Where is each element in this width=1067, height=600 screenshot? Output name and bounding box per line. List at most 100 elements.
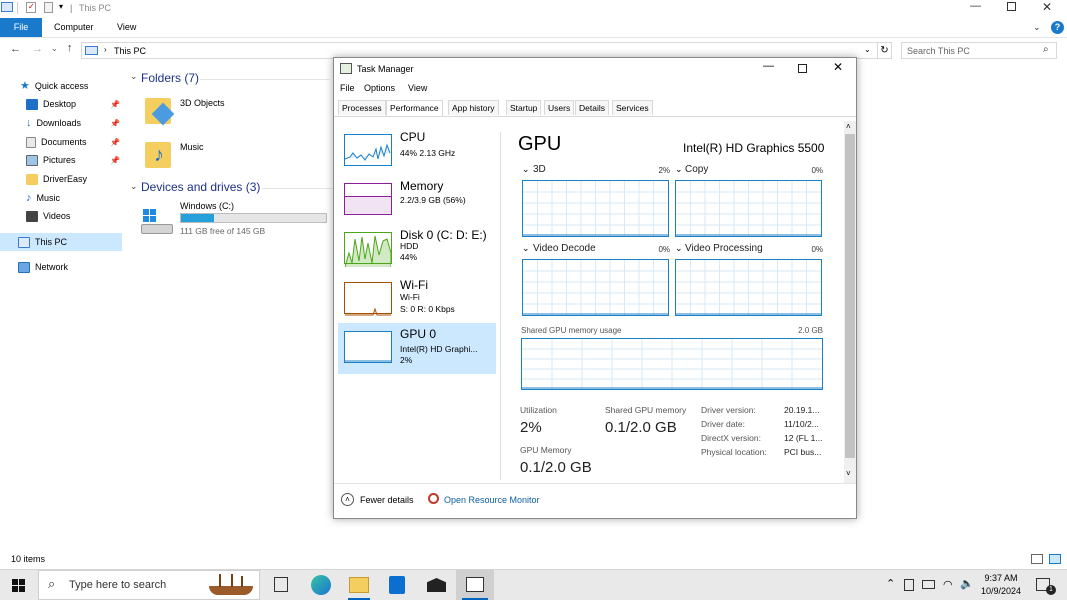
nav-item-videos[interactable]: Videos — [26, 207, 70, 225]
nav-item-pictures[interactable]: Pictures — [26, 151, 76, 169]
tab-services[interactable]: Services — [612, 100, 653, 115]
scroll-down-icon[interactable]: ˅ — [846, 469, 851, 478]
engine-video-processing-label[interactable]: Video Processing — [685, 243, 763, 254]
tab-view[interactable]: View — [108, 18, 145, 37]
perf-item-disk[interactable]: Disk 0 (C: D: E:) HDD 44% — [338, 224, 496, 272]
engine-dropdown-icon[interactable]: ⌄ — [522, 243, 530, 254]
file-explorer-icon[interactable] — [349, 577, 369, 593]
nav-this-pc[interactable]: This PC — [18, 233, 67, 251]
perf-item-gpu[interactable]: GPU 0 Intel(R) HD Graphi... 2% — [338, 323, 496, 374]
nav-item-music[interactable]: ♪ Music — [26, 189, 60, 207]
drive-label[interactable]: Windows (C:) — [180, 201, 234, 211]
engine-3d-pct: 2% — [658, 166, 670, 175]
tm-minimize-button[interactable]: — — [763, 60, 774, 72]
graph-video-decode — [522, 259, 669, 316]
tm-menu-view[interactable]: View — [408, 83, 427, 93]
refresh-button[interactable]: ↻ — [877, 42, 892, 59]
nav-item-downloads[interactable]: ↓ Downloads — [26, 114, 81, 132]
nav-item-desktop[interactable]: Desktop — [26, 95, 76, 113]
task-manager-taskbar-button[interactable] — [456, 570, 494, 600]
scroll-up-icon[interactable]: ˄ — [846, 122, 851, 131]
taskbar-search-box[interactable]: ⌕ Type here to search — [38, 570, 260, 600]
address-dropdown-icon[interactable]: ⌄ — [864, 45, 871, 54]
collapse-folders-icon[interactable]: ⌄ — [130, 71, 138, 82]
back-arrow-icon[interactable]: ← — [10, 43, 21, 55]
open-resource-monitor-link[interactable]: Open Resource Monitor — [444, 495, 540, 505]
up-arrow-icon[interactable]: ↑ — [67, 42, 73, 54]
recent-locations-icon[interactable]: ⌄ — [51, 44, 58, 53]
close-button[interactable]: ✕ — [1042, 0, 1052, 14]
maximize-button[interactable] — [1007, 2, 1016, 11]
task-view-icon[interactable] — [274, 577, 288, 592]
folder-label[interactable]: Music — [180, 142, 204, 152]
expand-ribbon-icon[interactable]: ⌄ — [1033, 22, 1041, 33]
store-icon[interactable] — [389, 576, 405, 594]
tab-app-history[interactable]: App history — [448, 100, 499, 115]
minimize-button[interactable]: — — [970, 0, 981, 12]
tm-close-button[interactable]: ✕ — [833, 60, 843, 74]
title-separator: | — [70, 3, 73, 13]
engine-video-decode-label[interactable]: Video Decode — [533, 243, 596, 254]
help-icon[interactable]: ? — [1051, 21, 1064, 34]
search-highlight-image[interactable] — [205, 572, 257, 599]
perf-item-wifi[interactable]: Wi-Fi Wi-Fi S: 0 R: 0 Kbps — [338, 274, 496, 322]
engine-copy-label[interactable]: Copy — [685, 164, 708, 175]
search-input[interactable]: Search This PC ⌕ — [901, 42, 1057, 59]
tab-details[interactable]: Details — [575, 100, 609, 115]
collapse-devices-icon[interactable]: ⌄ — [130, 181, 138, 192]
nav-item-documents[interactable]: Documents — [26, 133, 87, 151]
engine-dropdown-icon[interactable]: ⌄ — [522, 164, 530, 175]
battery-icon[interactable] — [922, 580, 935, 589]
clock-date[interactable]: 10/9/2024 — [978, 586, 1024, 596]
clock-time[interactable]: 9:37 AM — [978, 573, 1024, 583]
tab-performance[interactable]: Performance — [386, 100, 443, 116]
edge-icon[interactable] — [311, 575, 331, 595]
details-view-icon[interactable] — [1031, 554, 1043, 564]
scrollbar-thumb[interactable] — [845, 134, 855, 458]
chevron-up-icon[interactable]: ˄ — [341, 493, 354, 506]
folder-music-icon[interactable]: ♪ — [145, 138, 173, 172]
perf-item-sub2: 2% — [400, 355, 413, 365]
drive-icon[interactable] — [141, 207, 173, 237]
windows-start-icon[interactable] — [12, 579, 25, 592]
mail-icon[interactable] — [427, 578, 446, 592]
perf-item-cpu[interactable]: CPU 44% 2.13 GHz — [338, 126, 496, 174]
folder-label[interactable]: 3D Objects — [180, 98, 225, 108]
forward-arrow-icon[interactable]: → — [32, 43, 43, 55]
properties-icon[interactable]: ✓ — [26, 2, 36, 13]
physical-location-value: PCI bus... — [784, 447, 822, 457]
tab-processes[interactable]: Processes — [338, 100, 386, 115]
new-folder-icon[interactable] — [44, 2, 53, 13]
breadcrumb-chevron-icon[interactable]: › — [104, 45, 107, 54]
tab-computer[interactable]: Computer — [45, 18, 103, 37]
folders-header[interactable]: Folders (7) — [141, 71, 199, 85]
tab-startup[interactable]: Startup — [506, 100, 542, 115]
tm-menu-options[interactable]: Options — [364, 83, 395, 93]
tm-maximize-button[interactable] — [798, 64, 807, 73]
divider — [334, 483, 856, 484]
perf-item-memory[interactable]: Memory 2.2/3.9 GB (56%) — [338, 175, 496, 223]
fewer-details-link[interactable]: Fewer details — [360, 495, 414, 505]
quick-access-dropdown-icon[interactable]: ▾ — [59, 2, 63, 11]
search-icon[interactable]: ⌕ — [1043, 44, 1049, 55]
show-hidden-icons-icon[interactable]: ⌃ — [886, 577, 895, 590]
breadcrumb[interactable]: This PC — [114, 46, 146, 56]
nav-quick-access[interactable]: ★ Quick access — [20, 77, 88, 95]
nav-network[interactable]: Network — [18, 258, 68, 276]
devices-header[interactable]: Devices and drives (3) — [141, 180, 260, 194]
device-icon[interactable] — [904, 579, 914, 591]
engine-dropdown-icon[interactable]: ⌄ — [675, 243, 683, 254]
engine-3d-label[interactable]: 3D — [533, 164, 546, 175]
nav-item-drivereasy[interactable]: DriverEasy — [26, 170, 87, 188]
folder-3d-objects-icon[interactable] — [145, 94, 175, 128]
tab-file[interactable]: File — [0, 18, 42, 37]
volume-icon[interactable]: 🔈 — [960, 577, 974, 590]
scrollbar[interactable]: ˄ ˅ — [844, 121, 856, 483]
wifi-icon[interactable]: ◠ — [943, 578, 953, 591]
tm-menu-file[interactable]: File — [340, 83, 355, 93]
large-icons-view-icon[interactable] — [1049, 554, 1061, 564]
engine-dropdown-icon[interactable]: ⌄ — [675, 164, 683, 175]
shared-memory-label: Shared GPU memory — [605, 405, 687, 415]
search-placeholder: Search This PC — [907, 46, 970, 56]
tab-users[interactable]: Users — [544, 100, 575, 115]
